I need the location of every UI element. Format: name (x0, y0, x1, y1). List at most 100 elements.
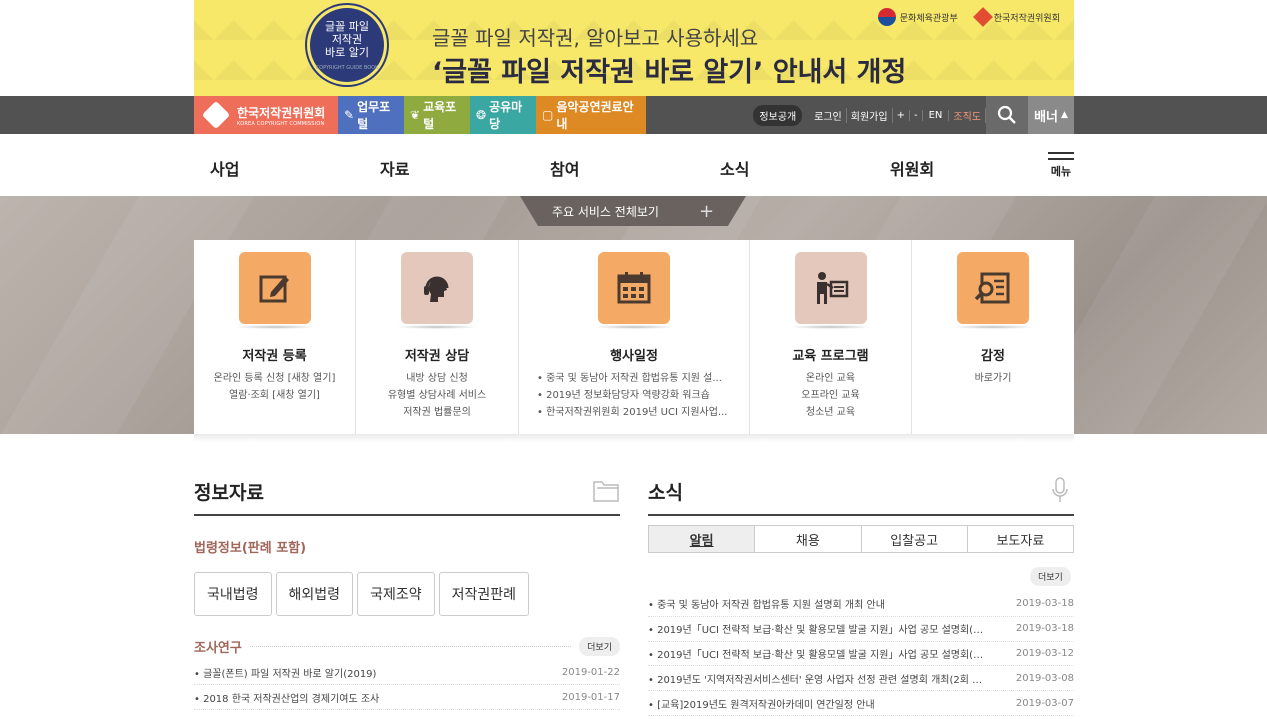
news-section-rule (648, 514, 1074, 516)
portal-edu[interactable]: ❦ 교육포털 (404, 96, 470, 134)
news-list: 중국 및 동남아 저작권 합법유통 지원 설명회 개최 안내 2019-03-18… (648, 592, 1074, 716)
list-item-title: [교육]2019년도 원격저작권아카데미 연간일정 안내 (648, 696, 875, 711)
home-logo-link[interactable]: 한국저작권위원회 KOREA COPYRIGHT COMMISSION (194, 96, 338, 134)
law-foreign-button[interactable]: 해외법령 (275, 572, 354, 616)
triangle-up-icon: ▲ (1061, 110, 1068, 120)
divider (249, 646, 572, 647)
event-link[interactable]: 2019년 정보화담당자 역량강화 워크숍 (519, 387, 749, 404)
document-search-icon (957, 252, 1029, 324)
kcc-logo: 한국저작권위원회 (972, 7, 1060, 27)
news-more-button[interactable]: 더보기 (1030, 567, 1071, 586)
news-tabs: 알림 채용 입찰공고 보도자료 (648, 525, 1074, 553)
law-info-heading[interactable]: 법령정보(판례 포함) (194, 537, 306, 556)
zoom-in-button[interactable]: + (893, 109, 910, 121)
service-consultation[interactable]: 저작권 상담 내방 상담 신청 유형별 상담사례 서비스 저작권 법률문의 (356, 240, 519, 434)
calendar-icon (598, 252, 670, 324)
icon-shadow (592, 325, 676, 329)
join-link[interactable]: 회원가입 (847, 107, 893, 123)
presenter-icon (794, 252, 867, 324)
service-link[interactable]: 저작권 법률문의 (356, 404, 518, 421)
mcst-logo-text: 문화체육관광부 (899, 13, 958, 24)
list-item[interactable]: [교육]2019년도 원격저작권아카데미 연간일정 안내 2019-03-07 (648, 691, 1074, 716)
service-link[interactable]: 내방 상담 신청 (356, 370, 518, 387)
list-item-title: 2018 한국 저작권산업의 경제기여도 조사 (194, 690, 379, 705)
home-name: 한국저작권위원회 (237, 105, 326, 120)
all-menu-button[interactable]: 메뉴 (1048, 152, 1074, 179)
service-link[interactable]: 오프라인 교육 (750, 387, 911, 404)
icon-shadow (395, 325, 479, 329)
tab-bid[interactable]: 입찰공고 (862, 526, 968, 552)
login-link[interactable]: 로그인 (810, 107, 847, 123)
headset-icon (401, 252, 473, 324)
list-item[interactable]: 2019년「UCI 전략적 보급·확산 및 활용모델 발굴 지원」사업 공모 설… (648, 642, 1074, 667)
org-chart-link[interactable]: 조직도 (949, 107, 986, 123)
nav-resources[interactable]: 자료 (380, 156, 409, 180)
promo-banner[interactable]: 글꼴 파일 저작권 바로 알기 COPYRIGHT GUIDE BOOK 글꼴 … (194, 0, 1074, 96)
portal-music-label: 음악공연권료안내 (556, 100, 634, 131)
english-link[interactable]: EN (923, 109, 950, 121)
service-events[interactable]: 행사일정 중국 및 동남아 저작권 합법유통 지원 설... 2019년 정보화… (519, 240, 750, 434)
service-link[interactable]: 온라인 교육 (750, 370, 911, 387)
list-item[interactable]: 2018 한국 저작권산업의 경제기여도 조사 2019-01-17 (194, 685, 620, 710)
nav-participation[interactable]: 참여 (550, 156, 579, 180)
nav-business[interactable]: 사업 (210, 156, 239, 180)
list-item-title: 2019년「UCI 전략적 보급·확산 및 활용모델 발굴 지원」사업 공모 설… (648, 621, 988, 636)
portal-music[interactable]: ▢ 음악공연권료안내 (536, 96, 646, 134)
banner-toggle-label: 배너 (1034, 109, 1058, 125)
service-link[interactable]: 유형별 상담사례 서비스 (356, 387, 518, 404)
portal-share-label: 공유마당 (489, 100, 523, 131)
nav-committee[interactable]: 위원회 (890, 156, 934, 180)
list-item-date: 2019-03-18 (1015, 623, 1074, 635)
zoom-out-button[interactable]: - (910, 109, 923, 121)
list-item[interactable]: 중국 및 동남아 저작권 합법유통 지원 설명회 개최 안내 2019-03-18 (648, 592, 1074, 617)
portal-work[interactable]: ✎ 업무포털 (338, 96, 404, 134)
list-item-date: 2019-03-12 (1015, 647, 1074, 659)
law-buttons: 국내법령 해외법령 국제조약 저작권판례 (194, 572, 529, 616)
view-all-label: 주요 서비스 전체보기 (551, 204, 659, 219)
event-link[interactable]: 중국 및 동남아 저작권 합법유통 지원 설... (519, 370, 749, 387)
service-title: 감정 (981, 349, 1005, 364)
menu-label: 메뉴 (1050, 165, 1072, 178)
badge-subtext: COPYRIGHT GUIDE BOOK (315, 65, 379, 71)
law-domestic-button[interactable]: 국내법령 (194, 572, 272, 616)
list-item[interactable]: 2019년「UCI 전략적 보급·확산 및 활용모델 발굴 지원」사업 공모 설… (648, 617, 1074, 642)
portal-edu-label: 교육포털 (423, 100, 457, 131)
tab-notice[interactable]: 알림 (649, 526, 756, 552)
service-link[interactable]: 온라인 등록 신청 [새창 열기] (194, 370, 355, 387)
icon-shadow (232, 325, 317, 329)
view-all-services-tab[interactable]: 주요 서비스 전체보기 + (520, 196, 746, 226)
service-link[interactable]: 바로가기 (912, 370, 1074, 387)
list-item-date: 2019-03-07 (1015, 697, 1074, 709)
service-appraisal[interactable]: 감정 바로가기 (912, 240, 1074, 434)
list-item[interactable]: 2019년도 '지역저작권서비스센터' 운영 사업자 선정 관련 설명회 개최(… (648, 666, 1074, 692)
banner-toggle-button[interactable]: 배너 ▲ (1028, 96, 1074, 134)
microphone-icon (1052, 477, 1068, 502)
list-item[interactable]: 글꼴(폰트) 파일 저작권 바로 알기(2019) 2019-01-22 (194, 660, 620, 685)
service-link[interactable]: 열람·조회 [새창 열기] (194, 387, 355, 404)
banner-logos: 문화체육관광부 한국저작권위원회 (877, 7, 1060, 27)
hamburger-icon (1048, 152, 1074, 154)
banner-title: ‘글꼴 파일 저작권 바로 알기’ 안내서 개정 (432, 57, 907, 88)
nav-news[interactable]: 소식 (720, 156, 749, 180)
service-education[interactable]: 교육 프로그램 온라인 교육 오프라인 교육 청소년 교육 (750, 240, 912, 434)
event-link[interactable]: 한국저작권위원회 2019년 UCI 지원사업... (519, 404, 749, 421)
portal-share[interactable]: ❂ 공유마당 (470, 96, 536, 134)
card-shadow (194, 434, 1074, 442)
research-title[interactable]: 조사연구 (194, 637, 242, 656)
law-precedent-button[interactable]: 저작권판례 (438, 572, 529, 616)
search-icon (997, 105, 1016, 124)
list-item-date: 2019-01-17 (561, 691, 620, 703)
research-more-button[interactable]: 더보기 (579, 637, 620, 656)
top-bar: 한국저작권위원회 KOREA COPYRIGHT COMMISSION ✎ 업무포털… (0, 96, 1267, 134)
tab-press[interactable]: 보도자료 (968, 526, 1073, 552)
search-button[interactable] (986, 96, 1028, 134)
edit-icon (238, 252, 311, 324)
kcc-logo-text: 한국저작권위원회 (993, 13, 1060, 24)
banner-headline: 글꼴 파일 저작권, 알아보고 사용하세요 (432, 26, 759, 50)
tab-recruit[interactable]: 채용 (755, 526, 862, 552)
info-open-link[interactable]: 정보공개 (753, 104, 803, 126)
law-treaty-button[interactable]: 국제조약 (357, 572, 435, 616)
service-registration[interactable]: 저작권 등록 온라인 등록 신청 [새창 열기] 열람·조회 [새창 열기] (194, 240, 356, 434)
service-link[interactable]: 청소년 교육 (750, 404, 911, 421)
badge-text: 글꼴 파일 저작권 바로 알기 (325, 20, 369, 59)
